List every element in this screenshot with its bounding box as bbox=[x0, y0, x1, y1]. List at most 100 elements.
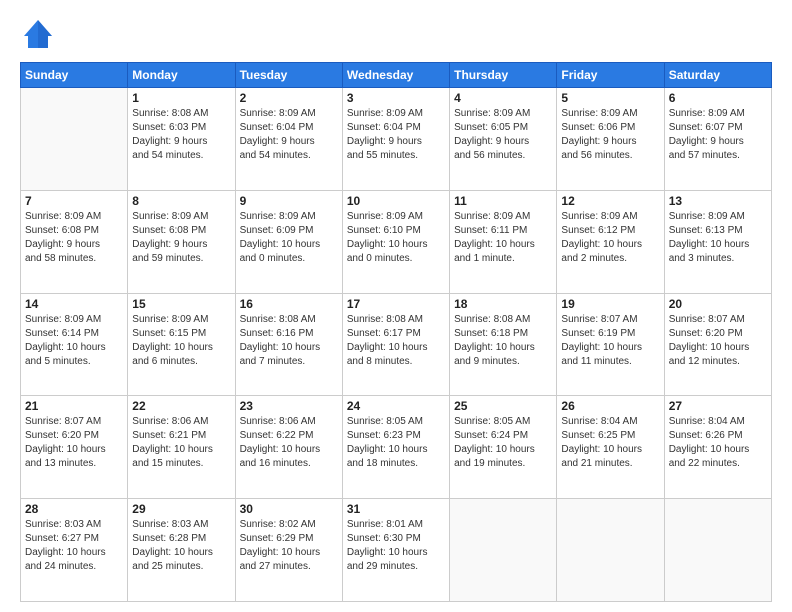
calendar-cell: 25Sunrise: 8:05 AM Sunset: 6:24 PM Dayli… bbox=[450, 396, 557, 499]
calendar-cell: 29 Sunrise: 8:03 AM Sunset: 6:28 PM Dayli… bbox=[128, 499, 235, 602]
logo-icon bbox=[20, 16, 56, 52]
calendar-cell: 12 Sunrise: 8:09 AM Sunset: 6:12 PM Dayli… bbox=[557, 190, 664, 293]
day-info: Sunrise: 8:06 AM Sunset: 6:21 PM Dayligh… bbox=[132, 415, 230, 471]
calendar-cell: 4 Sunrise: 8:09 AM Sunset: 6:05 PM Daylig… bbox=[450, 88, 557, 191]
day-number: 29 bbox=[132, 502, 230, 516]
day-info: Sunrise: 8:02 AM Sunset: 6:29 PM Dayligh… bbox=[240, 518, 338, 574]
calendar-week-1: 7 Sunrise: 8:09 AM Sunset: 6:08 PM Daylig… bbox=[21, 190, 772, 293]
day-number: 13 bbox=[669, 194, 767, 208]
calendar-cell bbox=[450, 499, 557, 602]
day-info: Sunrise: 8:09 AM Sunset: 6:09 PM Dayligh… bbox=[240, 210, 338, 266]
calendar-cell bbox=[557, 499, 664, 602]
day-number: 27 bbox=[669, 399, 767, 413]
calendar-cell: 23 Sunrise: 8:06 AM Sunset: 6:22 PM Dayli… bbox=[235, 396, 342, 499]
day-number: 31 bbox=[347, 502, 445, 516]
calendar-cell: 2 Sunrise: 8:09 AM Sunset: 6:04 PM Daylig… bbox=[235, 88, 342, 191]
calendar-cell: 9 Sunrise: 8:09 AM Sunset: 6:09 PM Daylig… bbox=[235, 190, 342, 293]
calendar-cell: 10Sunrise: 8:09 AM Sunset: 6:10 PM Dayli… bbox=[342, 190, 449, 293]
day-number: 2 bbox=[240, 91, 338, 105]
calendar-cell: 19Sunrise: 8:07 AM Sunset: 6:19 PM Dayli… bbox=[557, 293, 664, 396]
calendar-cell: 21 Sunrise: 8:07 AM Sunset: 6:20 PM Dayli… bbox=[21, 396, 128, 499]
day-info: Sunrise: 8:01 AM Sunset: 6:30 PM Dayligh… bbox=[347, 518, 445, 574]
day-info: Sunrise: 8:08 AM Sunset: 6:17 PM Dayligh… bbox=[347, 313, 445, 369]
day-number: 1 bbox=[132, 91, 230, 105]
day-info: Sunrise: 8:09 AM Sunset: 6:07 PM Dayligh… bbox=[669, 107, 767, 163]
calendar-cell: 30 Sunrise: 8:02 AM Sunset: 6:29 PM Dayli… bbox=[235, 499, 342, 602]
day-info: Sunrise: 8:09 AM Sunset: 6:12 PM Dayligh… bbox=[561, 210, 659, 266]
day-number: 3 bbox=[347, 91, 445, 105]
calendar-week-3: 21 Sunrise: 8:07 AM Sunset: 6:20 PM Dayli… bbox=[21, 396, 772, 499]
day-number: 22 bbox=[132, 399, 230, 413]
calendar-cell: 11 Sunrise: 8:09 AM Sunset: 6:11 PM Dayli… bbox=[450, 190, 557, 293]
day-info: Sunrise: 8:07 AM Sunset: 6:20 PM Dayligh… bbox=[25, 415, 123, 471]
day-info: Sunrise: 8:04 AM Sunset: 6:25 PM Dayligh… bbox=[561, 415, 659, 471]
page: SundayMondayTuesdayWednesdayThursdayFrid… bbox=[0, 0, 792, 612]
day-info: Sunrise: 8:09 AM Sunset: 6:08 PM Dayligh… bbox=[25, 210, 123, 266]
day-number: 5 bbox=[561, 91, 659, 105]
day-number: 28 bbox=[25, 502, 123, 516]
calendar-cell: 5 Sunrise: 8:09 AM Sunset: 6:06 PM Daylig… bbox=[557, 88, 664, 191]
weekday-saturday: Saturday bbox=[664, 63, 771, 88]
day-info: Sunrise: 8:06 AM Sunset: 6:22 PM Dayligh… bbox=[240, 415, 338, 471]
calendar-cell: 27 Sunrise: 8:04 AM Sunset: 6:26 PM Dayli… bbox=[664, 396, 771, 499]
day-number: 16 bbox=[240, 297, 338, 311]
day-info: Sunrise: 8:04 AM Sunset: 6:26 PM Dayligh… bbox=[669, 415, 767, 471]
day-info: Sunrise: 8:07 AM Sunset: 6:19 PM Dayligh… bbox=[561, 313, 659, 369]
day-info: Sunrise: 8:08 AM Sunset: 6:03 PM Dayligh… bbox=[132, 107, 230, 163]
calendar-cell bbox=[21, 88, 128, 191]
day-number: 20 bbox=[669, 297, 767, 311]
weekday-monday: Monday bbox=[128, 63, 235, 88]
day-number: 7 bbox=[25, 194, 123, 208]
calendar-cell: 8 Sunrise: 8:09 AM Sunset: 6:08 PM Daylig… bbox=[128, 190, 235, 293]
day-info: Sunrise: 8:05 AM Sunset: 6:24 PM Dayligh… bbox=[454, 415, 552, 471]
day-number: 10 bbox=[347, 194, 445, 208]
calendar-cell: 17Sunrise: 8:08 AM Sunset: 6:17 PM Dayli… bbox=[342, 293, 449, 396]
day-info: Sunrise: 8:09 AM Sunset: 6:11 PM Dayligh… bbox=[454, 210, 552, 266]
calendar-cell bbox=[664, 499, 771, 602]
day-info: Sunrise: 8:09 AM Sunset: 6:13 PM Dayligh… bbox=[669, 210, 767, 266]
day-number: 9 bbox=[240, 194, 338, 208]
day-info: Sunrise: 8:09 AM Sunset: 6:06 PM Dayligh… bbox=[561, 107, 659, 163]
weekday-sunday: Sunday bbox=[21, 63, 128, 88]
day-number: 4 bbox=[454, 91, 552, 105]
day-info: Sunrise: 8:09 AM Sunset: 6:04 PM Dayligh… bbox=[240, 107, 338, 163]
day-number: 18 bbox=[454, 297, 552, 311]
day-number: 14 bbox=[25, 297, 123, 311]
calendar-cell: 18 Sunrise: 8:08 AM Sunset: 6:18 PM Dayli… bbox=[450, 293, 557, 396]
calendar-week-2: 14 Sunrise: 8:09 AM Sunset: 6:14 PM Dayli… bbox=[21, 293, 772, 396]
day-info: Sunrise: 8:09 AM Sunset: 6:05 PM Dayligh… bbox=[454, 107, 552, 163]
day-info: Sunrise: 8:09 AM Sunset: 6:15 PM Dayligh… bbox=[132, 313, 230, 369]
day-info: Sunrise: 8:09 AM Sunset: 6:04 PM Dayligh… bbox=[347, 107, 445, 163]
day-info: Sunrise: 8:05 AM Sunset: 6:23 PM Dayligh… bbox=[347, 415, 445, 471]
day-info: Sunrise: 8:09 AM Sunset: 6:08 PM Dayligh… bbox=[132, 210, 230, 266]
day-number: 12 bbox=[561, 194, 659, 208]
day-number: 11 bbox=[454, 194, 552, 208]
calendar-week-0: 1 Sunrise: 8:08 AM Sunset: 6:03 PM Daylig… bbox=[21, 88, 772, 191]
day-info: Sunrise: 8:03 AM Sunset: 6:28 PM Dayligh… bbox=[132, 518, 230, 574]
day-info: Sunrise: 8:08 AM Sunset: 6:18 PM Dayligh… bbox=[454, 313, 552, 369]
calendar-table: SundayMondayTuesdayWednesdayThursdayFrid… bbox=[20, 62, 772, 602]
weekday-wednesday: Wednesday bbox=[342, 63, 449, 88]
day-number: 21 bbox=[25, 399, 123, 413]
calendar-cell: 20 Sunrise: 8:07 AM Sunset: 6:20 PM Dayli… bbox=[664, 293, 771, 396]
calendar-cell: 6 Sunrise: 8:09 AM Sunset: 6:07 PM Daylig… bbox=[664, 88, 771, 191]
day-number: 15 bbox=[132, 297, 230, 311]
weekday-thursday: Thursday bbox=[450, 63, 557, 88]
logo bbox=[20, 16, 62, 52]
calendar-cell: 3 Sunrise: 8:09 AM Sunset: 6:04 PM Daylig… bbox=[342, 88, 449, 191]
day-number: 23 bbox=[240, 399, 338, 413]
day-info: Sunrise: 8:07 AM Sunset: 6:20 PM Dayligh… bbox=[669, 313, 767, 369]
calendar-cell: 13 Sunrise: 8:09 AM Sunset: 6:13 PM Dayli… bbox=[664, 190, 771, 293]
day-number: 6 bbox=[669, 91, 767, 105]
day-info: Sunrise: 8:03 AM Sunset: 6:27 PM Dayligh… bbox=[25, 518, 123, 574]
weekday-friday: Friday bbox=[557, 63, 664, 88]
weekday-tuesday: Tuesday bbox=[235, 63, 342, 88]
day-number: 8 bbox=[132, 194, 230, 208]
calendar-cell: 28 Sunrise: 8:03 AM Sunset: 6:27 PM Dayli… bbox=[21, 499, 128, 602]
calendar-cell: 24Sunrise: 8:05 AM Sunset: 6:23 PM Dayli… bbox=[342, 396, 449, 499]
day-number: 30 bbox=[240, 502, 338, 516]
day-info: Sunrise: 8:08 AM Sunset: 6:16 PM Dayligh… bbox=[240, 313, 338, 369]
header bbox=[20, 16, 772, 52]
day-info: Sunrise: 8:09 AM Sunset: 6:14 PM Dayligh… bbox=[25, 313, 123, 369]
calendar-cell: 31 Sunrise: 8:01 AM Sunset: 6:30 PM Dayli… bbox=[342, 499, 449, 602]
